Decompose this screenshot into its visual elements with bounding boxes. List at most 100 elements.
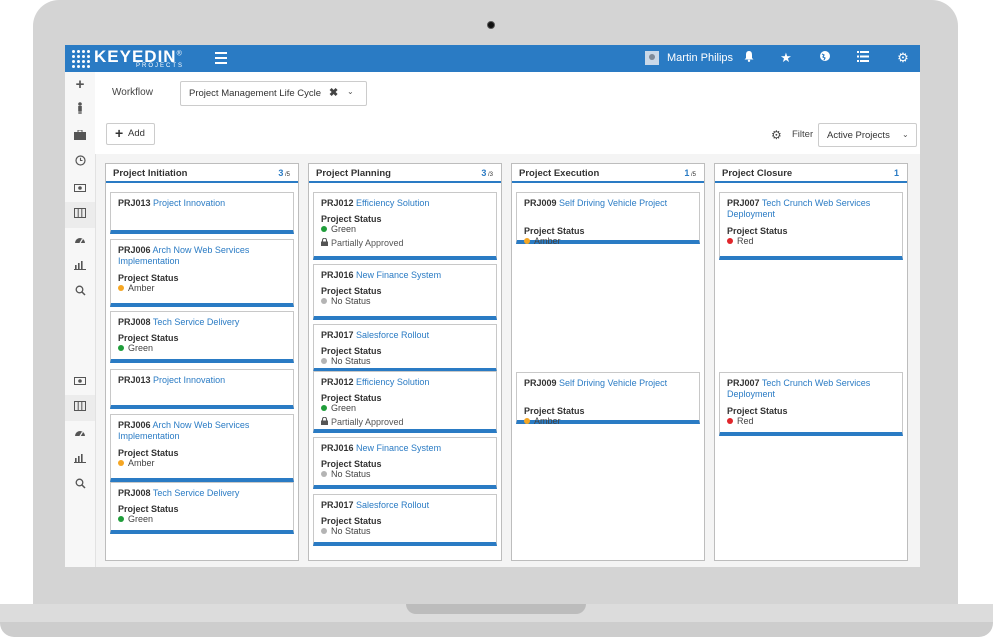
add-label: Add	[128, 128, 145, 139]
status-label: Project Status	[118, 333, 179, 343]
project-card[interactable]: PRJ017 Salesforce Rollout Project Status N…	[313, 494, 497, 546]
search-icon[interactable]	[65, 473, 95, 499]
filter-select[interactable]: Active Projects ⌄	[818, 123, 917, 147]
project-card[interactable]: PRJ009 Self Driving Vehicle Project Proje…	[516, 192, 700, 246]
status-label: Project Status	[321, 516, 382, 526]
column-count-total: /5	[283, 172, 290, 178]
card-id: PRJ013	[118, 375, 151, 385]
card-title[interactable]: PRJ008 Tech Service Delivery	[118, 488, 290, 499]
add-button[interactable]: + Add	[106, 123, 155, 145]
clear-icon[interactable]: ✖	[329, 86, 338, 99]
card-title[interactable]: PRJ013 Project Innovation	[118, 375, 290, 386]
board-icon[interactable]	[65, 202, 95, 228]
card-name[interactable]: Salesforce Rollout	[354, 500, 429, 510]
filter-label: Filter	[792, 129, 814, 140]
plus-icon: +	[115, 125, 124, 141]
column-header: Project Execution 1 /5	[512, 164, 704, 183]
project-card[interactable]: PRJ006 Arch Now Web Services Implementat…	[110, 239, 294, 307]
chevron-down-icon: ⌄	[902, 130, 909, 139]
project-card[interactable]: PRJ016 New Finance System Project Status N…	[313, 437, 497, 489]
status-label: Project Status	[727, 226, 788, 236]
project-card[interactable]: PRJ013 Project Innovation	[110, 192, 294, 234]
approval-status: Partially Approved	[321, 237, 404, 248]
money-icon[interactable]	[65, 176, 95, 202]
card-name[interactable]: Project Innovation	[151, 198, 225, 208]
chart-icon[interactable]	[65, 447, 95, 473]
dashboard-icon[interactable]	[65, 228, 95, 254]
project-card[interactable]: PRJ013 Project Innovation	[110, 369, 294, 409]
add-nav-icon[interactable]: +	[65, 72, 95, 98]
chevron-down-icon[interactable]: ⌄	[347, 87, 354, 96]
star-icon[interactable]: ★	[778, 50, 794, 66]
card-name[interactable]: New Finance System	[354, 443, 441, 453]
card-name[interactable]: Tech Service Delivery	[151, 317, 240, 327]
clock-icon[interactable]	[65, 150, 95, 176]
status-dot-icon	[524, 418, 530, 424]
card-name[interactable]: Tech Service Delivery	[151, 488, 240, 498]
card-title[interactable]: PRJ013 Project Innovation	[118, 198, 290, 209]
card-name[interactable]: Self Driving Vehicle Project	[557, 378, 667, 388]
card-name[interactable]: New Finance System	[354, 270, 441, 280]
status-label: Project Status	[321, 459, 382, 469]
card-title[interactable]: PRJ006 Arch Now Web Services Implementat…	[118, 420, 290, 442]
status-value: Red	[727, 236, 754, 246]
card-title[interactable]: PRJ012 Efficiency Solution	[321, 198, 493, 209]
card-title[interactable]: PRJ008 Tech Service Delivery	[118, 317, 290, 328]
column-count: 1	[893, 168, 899, 178]
project-card[interactable]: PRJ007 Tech Crunch Web Services Deployme…	[719, 192, 903, 260]
project-card[interactable]: PRJ008 Tech Service Delivery Project Stat…	[110, 482, 294, 534]
card-name[interactable]: Efficiency Solution	[354, 198, 429, 208]
globe-icon[interactable]	[817, 50, 833, 66]
card-title[interactable]: PRJ009 Self Driving Vehicle Project	[524, 198, 696, 209]
card-title[interactable]: PRJ007 Tech Crunch Web Services Deployme…	[727, 378, 899, 400]
workflow-select[interactable]: Project Management Life Cycle ✖ ⌄	[180, 81, 367, 106]
status-text: No Status	[331, 296, 371, 306]
project-card[interactable]: PRJ009 Self Driving Vehicle Project Proje…	[516, 372, 700, 426]
project-card[interactable]: PRJ017 Salesforce Rollout Project Status N…	[313, 324, 497, 372]
app-screen: KEYEDIN® PROJECTS Martin Philips ★ ⚙ + W…	[65, 45, 920, 567]
project-card[interactable]: PRJ007 Tech Crunch Web Services Deployme…	[719, 372, 903, 436]
column-header: Project Initiation 3 /5	[106, 164, 298, 183]
project-card[interactable]: PRJ012 Efficiency Solution Project Status…	[313, 192, 497, 260]
project-card[interactable]: PRJ016 New Finance System Project Status N…	[313, 264, 497, 320]
bell-icon[interactable]	[741, 50, 757, 66]
action-bar: + Add ⚙ Filter Active Projects ⌄	[95, 114, 920, 154]
status-text: Green	[128, 514, 154, 524]
project-card[interactable]: PRJ006 Arch Now Web Services Implementat…	[110, 414, 294, 482]
avatar[interactable]	[645, 51, 659, 65]
card-title[interactable]: PRJ006 Arch Now Web Services Implementat…	[118, 245, 290, 267]
card-title[interactable]: PRJ017 Salesforce Rollout	[321, 330, 493, 341]
board-icon[interactable]	[65, 395, 95, 421]
person-icon[interactable]	[65, 98, 95, 124]
user-name[interactable]: Martin Philips	[667, 52, 733, 64]
card-title[interactable]: PRJ009 Self Driving Vehicle Project	[524, 378, 696, 389]
card-title[interactable]: PRJ007 Tech Crunch Web Services Deployme…	[727, 198, 899, 220]
briefcase-icon[interactable]	[65, 124, 95, 150]
card-title[interactable]: PRJ017 Salesforce Rollout	[321, 500, 493, 511]
dashboard-icon[interactable]	[65, 421, 95, 447]
status-value: Amber	[524, 416, 561, 426]
chart-icon[interactable]	[65, 254, 95, 280]
status-label: Project Status	[118, 448, 179, 458]
filter-gear-icon[interactable]: ⚙	[771, 128, 782, 142]
card-name[interactable]: Efficiency Solution	[354, 377, 429, 387]
project-card[interactable]: PRJ012 Efficiency Solution Project Status…	[313, 371, 497, 433]
status-label: Project Status	[524, 406, 585, 416]
card-name[interactable]: Salesforce Rollout	[354, 330, 429, 340]
menu-icon[interactable]	[215, 52, 227, 64]
card-title[interactable]: PRJ016 New Finance System	[321, 443, 493, 454]
column-count: 3 /5	[278, 168, 290, 178]
card-title[interactable]: PRJ012 Efficiency Solution	[321, 377, 493, 388]
card-name[interactable]: Project Innovation	[151, 375, 225, 385]
card-id: PRJ013	[118, 198, 151, 208]
card-title[interactable]: PRJ016 New Finance System	[321, 270, 493, 281]
settings-icon[interactable]: ⚙	[895, 50, 911, 66]
card-name[interactable]: Self Driving Vehicle Project	[557, 198, 667, 208]
money-icon[interactable]	[65, 369, 95, 395]
status-text: No Status	[331, 469, 371, 479]
list-icon[interactable]	[855, 50, 871, 66]
keyedin-logo[interactable]: KEYEDIN® PROJECTS	[72, 47, 192, 70]
kanban-column: Project Execution 1 /5 PRJ009 Self Driving…	[511, 163, 705, 561]
project-card[interactable]: PRJ008 Tech Service Delivery Project Stat…	[110, 311, 294, 363]
search-icon[interactable]	[65, 280, 95, 306]
